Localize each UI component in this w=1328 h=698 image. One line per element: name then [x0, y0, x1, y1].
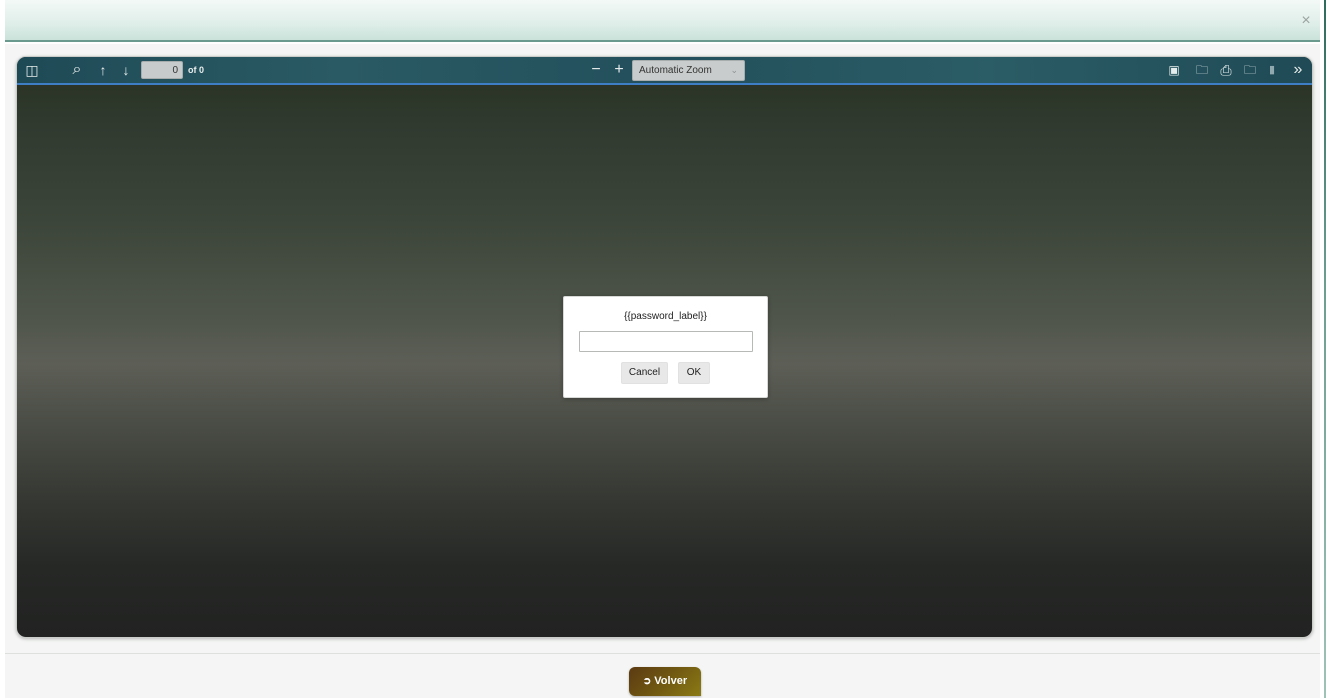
next-page-icon[interactable]: ↓ — [117, 57, 135, 83]
chevron-down-icon: ⌄ — [730, 65, 738, 75]
volver-button[interactable]: ➲ Volver — [629, 667, 701, 696]
password-dialog: {{password_label}} Cancel OK — [563, 296, 768, 398]
scrollbar-edge — [1320, 0, 1328, 698]
cancel-button[interactable]: Cancel — [621, 362, 668, 384]
download-icon[interactable]: 🗀 — [1241, 57, 1259, 83]
ok-button[interactable]: OK — [678, 362, 710, 384]
presentation-mode-icon[interactable]: ▣ — [1165, 57, 1183, 83]
page-number-input[interactable] — [141, 61, 183, 79]
previous-page-icon[interactable]: ↑ — [94, 57, 112, 83]
pdf-toolbar: ◫ ⌕ ↑ ↓ of 0 − + Automatic Zoom ⌄ ▣ 🗀 ⎙ … — [17, 57, 1312, 85]
page-count-label: of 0 — [188, 65, 205, 75]
sign-out-icon: ➲ — [642, 676, 652, 687]
zoom-in-icon[interactable]: + — [610, 57, 628, 83]
zoom-select-value: Automatic Zoom — [639, 65, 712, 76]
print-icon[interactable]: ⎙ — [1217, 57, 1235, 83]
zoom-select[interactable]: Automatic Zoom ⌄ — [632, 60, 745, 81]
close-icon[interactable]: × — [1297, 12, 1315, 30]
search-icon[interactable]: ⌕ — [68, 57, 86, 83]
pdf-viewer: ◫ ⌕ ↑ ↓ of 0 − + Automatic Zoom ⌄ ▣ 🗀 ⎙ … — [16, 56, 1313, 638]
modal-header — [5, 0, 1320, 42]
zoom-out-icon[interactable]: − — [587, 57, 605, 83]
bookmark-icon[interactable]: ▮ — [1263, 57, 1281, 83]
sidebar-toggle-icon[interactable]: ◫ — [23, 57, 41, 83]
tools-menu-icon[interactable]: » — [1289, 57, 1307, 83]
password-input[interactable] — [579, 331, 753, 352]
open-file-icon[interactable]: 🗀 — [1193, 57, 1211, 83]
volver-label: Volver — [654, 675, 688, 687]
password-label: {{password_label}} — [624, 311, 707, 322]
